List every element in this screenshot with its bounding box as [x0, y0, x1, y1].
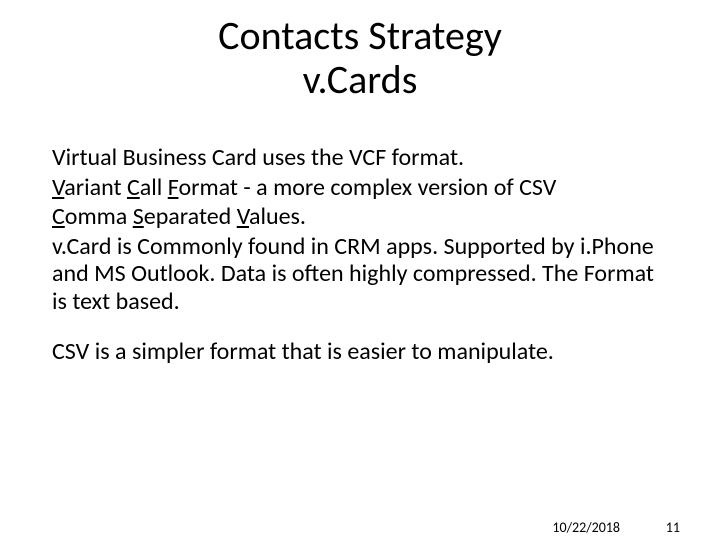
underline-v: V: [52, 173, 64, 202]
body-line-1: Virtual Business Card uses the VCF forma…: [52, 144, 668, 172]
title-line-1: Contacts Strategy: [0, 14, 720, 58]
slide: Contacts Strategy v.Cards Virtual Busine…: [0, 14, 720, 540]
slide-title: Contacts Strategy v.Cards: [0, 14, 720, 102]
footer-page-number: 11: [666, 519, 680, 536]
underline-s: S: [133, 202, 144, 231]
text: alues.: [249, 202, 306, 231]
title-line-2: v.Cards: [0, 58, 720, 102]
text: all: [140, 173, 168, 202]
underline-c: C: [127, 173, 140, 202]
body-line-5: CSV is a simpler format that is easier t…: [52, 338, 668, 366]
underline-c: C: [52, 202, 65, 231]
text: ormat - a more complex version of CSV: [178, 173, 556, 202]
body-line-4: v.Card is Commonly found in CRM apps. Su…: [52, 233, 668, 316]
underline-v: V: [237, 202, 249, 231]
slide-body: Virtual Business Card uses the VCF forma…: [52, 144, 668, 367]
body-line-3: Comma Separated Values.: [52, 203, 668, 231]
spacer: [52, 318, 668, 338]
text: omma: [65, 202, 133, 231]
footer-date: 10/22/2018: [552, 519, 620, 536]
underline-f: F: [168, 173, 179, 202]
text: ariant: [64, 173, 127, 202]
text: eparated: [144, 202, 237, 231]
body-line-2: Variant Call Format - a more complex ver…: [52, 174, 668, 202]
